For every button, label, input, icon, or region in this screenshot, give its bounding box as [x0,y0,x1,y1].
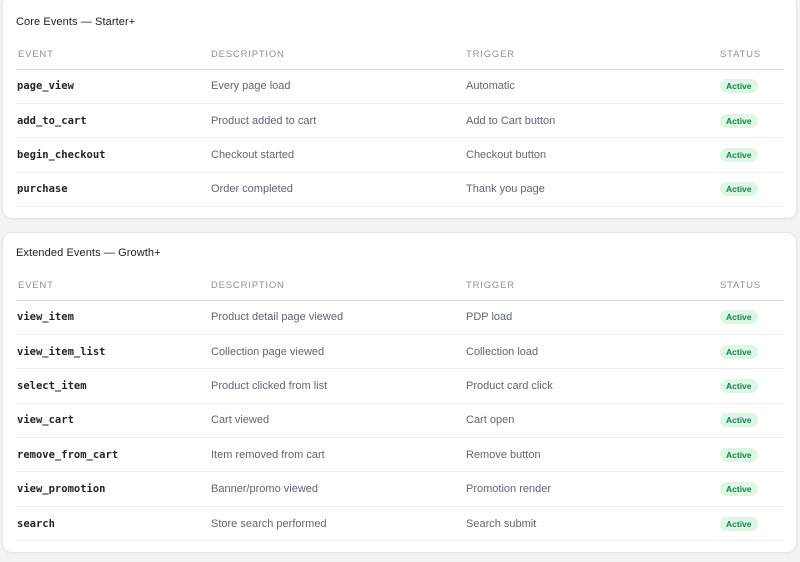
status-badge: Active [720,447,758,462]
event-status-cell: Active [718,69,784,104]
table-row: add_to_cart Product added to cart Add to… [16,103,784,139]
column-header-description: DESCRIPTION [209,40,464,70]
column-header-trigger: TRIGGER [464,40,718,70]
event-name: add_to_cart [16,103,209,139]
extended-events-card: Extended Events — Growth+ EVENT DESCRIPT… [2,232,797,553]
event-name: select_item [16,368,209,404]
event-status-cell: Active [718,471,784,507]
event-description: Store search performed [209,506,464,542]
event-name: page_view [16,69,209,104]
column-header-description: DESCRIPTION [209,271,464,301]
event-trigger: Collection load [464,334,718,370]
event-status-cell: Active [718,172,784,208]
event-name: view_promotion [16,471,209,507]
status-badge: Active [720,182,758,197]
event-trigger: Search submit [464,506,718,542]
status-badge: Active [720,344,758,359]
table-row: page_view Every page load Automatic Acti… [16,69,784,104]
column-header-event: EVENT [16,40,209,70]
event-trigger: Cart open [464,403,718,439]
status-badge: Active [720,378,758,393]
table-row: begin_checkout Checkout started Checkout… [16,137,784,173]
event-description: Every page load [209,69,464,104]
event-status-cell: Active [718,403,784,439]
table-row: select_item Product clicked from list Pr… [16,368,784,404]
event-status-cell: Active [718,506,784,542]
status-badge: Active [720,147,758,162]
extended-events-table: EVENT DESCRIPTION TRIGGER STATUS view_it… [16,271,784,542]
column-header-status: STATUS [718,40,784,70]
event-trigger: Checkout button [464,137,718,173]
status-badge: Active [720,516,758,531]
column-header-trigger: TRIGGER [464,271,718,301]
event-trigger: Promotion render [464,471,718,507]
table-header-row: EVENT DESCRIPTION TRIGGER STATUS [16,271,784,301]
event-trigger: Product card click [464,368,718,404]
event-description: Collection page viewed [209,334,464,370]
event-description: Product added to cart [209,103,464,139]
table-row: search Store search performed Search sub… [16,506,784,542]
event-description: Cart viewed [209,403,464,439]
event-description: Order completed [209,172,464,208]
event-description: Product detail page viewed [209,300,464,335]
column-header-status: STATUS [718,271,784,301]
status-badge: Active [720,413,758,428]
table-row: view_item Product detail page viewed PDP… [16,300,784,335]
table-row: view_promotion Banner/promo viewed Promo… [16,471,784,507]
event-trigger: Remove button [464,437,718,473]
extended-events-title: Extended Events — Growth+ [16,247,161,259]
event-description: Banner/promo viewed [209,471,464,507]
status-badge: Active [720,113,758,128]
event-description: Checkout started [209,137,464,173]
core-events-card: Core Events — Starter+ EVENT DESCRIPTION… [2,0,797,219]
event-trigger: Automatic [464,69,718,104]
event-description: Item removed from cart [209,437,464,473]
table-row: purchase Order completed Thank you page … [16,172,784,208]
event-name: remove_from_cart [16,437,209,473]
table-header-row: EVENT DESCRIPTION TRIGGER STATUS [16,40,784,70]
status-badge: Active [720,310,758,325]
event-trigger: PDP load [464,300,718,335]
event-status-cell: Active [718,334,784,370]
event-status-cell: Active [718,300,784,335]
event-status-cell: Active [718,103,784,139]
event-name: view_item_list [16,334,209,370]
table-row: view_cart Cart viewed Cart open Active [16,403,784,439]
event-name: view_cart [16,403,209,439]
status-badge: Active [720,79,758,94]
event-trigger: Thank you page [464,172,718,208]
event-trigger: Add to Cart button [464,103,718,139]
event-name: purchase [16,172,209,208]
event-status-cell: Active [718,137,784,173]
table-row: view_item_list Collection page viewed Co… [16,334,784,370]
event-status-cell: Active [718,437,784,473]
status-badge: Active [720,482,758,497]
event-name: begin_checkout [16,137,209,173]
core-events-table: EVENT DESCRIPTION TRIGGER STATUS page_vi… [16,40,784,208]
table-row: remove_from_cart Item removed from cart … [16,437,784,473]
event-status-cell: Active [718,368,784,404]
event-name: view_item [16,300,209,335]
core-events-title: Core Events — Starter+ [16,16,136,28]
column-header-event: EVENT [16,271,209,301]
event-name: search [16,506,209,542]
event-description: Product clicked from list [209,368,464,404]
